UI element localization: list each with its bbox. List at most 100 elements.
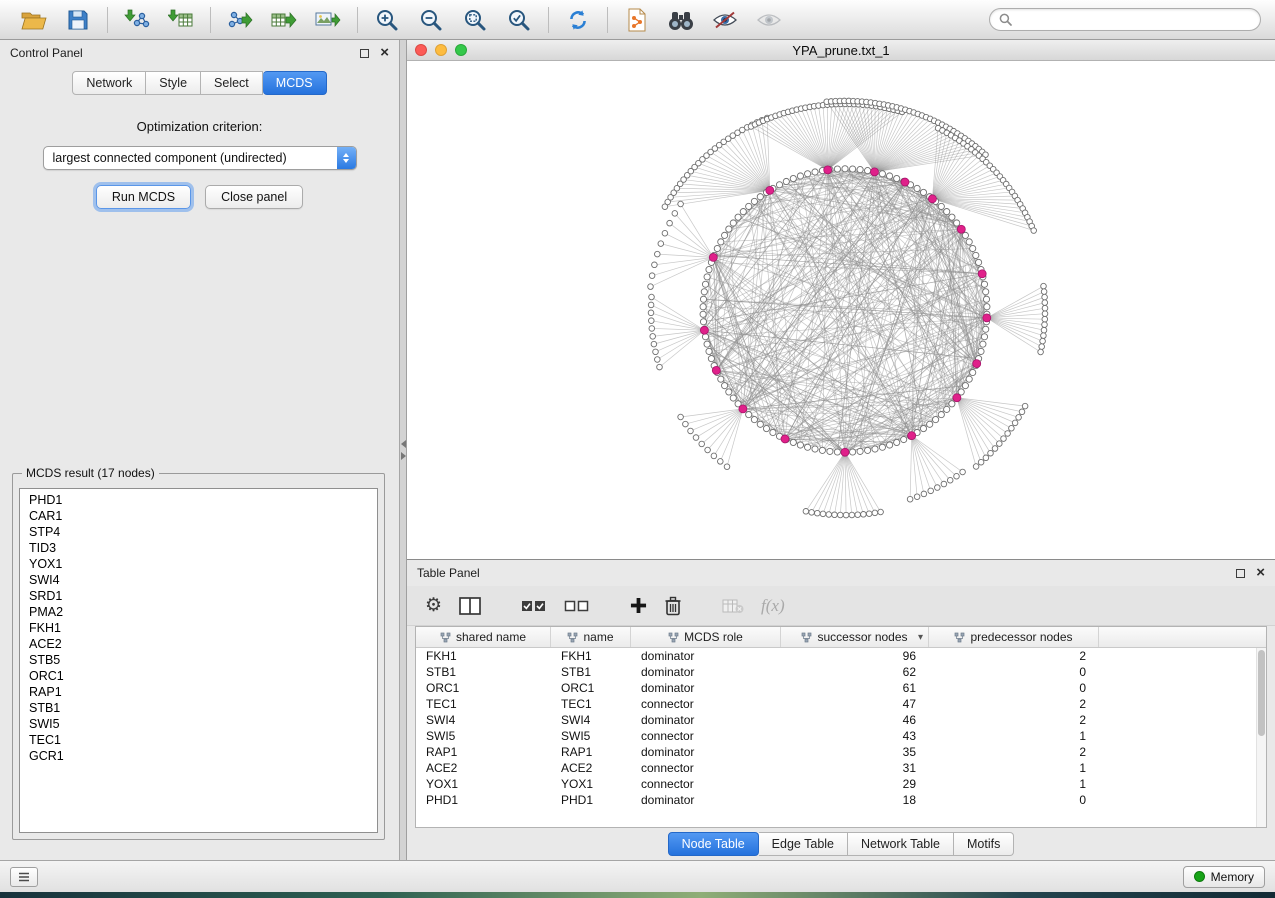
column-header-mcds-role[interactable]: MCDS role: [631, 627, 781, 647]
mcds-result-item[interactable]: SWI4: [29, 572, 377, 588]
find-button[interactable]: [661, 4, 701, 36]
mcds-result-item[interactable]: CAR1: [29, 508, 377, 524]
control-panel-float-button[interactable]: [360, 49, 369, 58]
memory-button[interactable]: Memory: [1183, 866, 1265, 888]
mcds-result-item[interactable]: SRD1: [29, 588, 377, 604]
show-all-button[interactable]: [749, 4, 789, 36]
mcds-result-item[interactable]: PMA2: [29, 604, 377, 620]
table-row[interactable]: ACE2ACE2connector311: [416, 760, 1266, 776]
tab-network[interactable]: Network: [72, 71, 146, 95]
table-header-row: shared namename MCDS role successor nodes▾…: [416, 627, 1266, 648]
hide-selected-icon: [712, 10, 738, 30]
tab-edge-table[interactable]: Edge Table: [759, 832, 848, 856]
column-header-successor-nodes[interactable]: successor nodes▾: [781, 627, 929, 647]
mcds-result-item[interactable]: TEC1: [29, 732, 377, 748]
export-image-button[interactable]: [308, 4, 348, 36]
window-minimize-button[interactable]: [435, 44, 447, 56]
table-cell: SWI4: [551, 713, 631, 727]
mcds-result-item[interactable]: ORC1: [29, 668, 377, 684]
mcds-result-item[interactable]: RAP1: [29, 684, 377, 700]
table-scrollbar-thumb[interactable]: [1258, 650, 1265, 736]
zoom-out-button[interactable]: [411, 4, 451, 36]
global-search-box[interactable]: [989, 8, 1261, 31]
column-header-shared-name[interactable]: shared name: [416, 627, 551, 647]
show-all-icon: [756, 10, 782, 30]
function-builder-button[interactable]: f(x): [761, 596, 785, 616]
table-panel-close-button[interactable]: ×: [1256, 568, 1265, 578]
splitter-expand-right-icon[interactable]: [401, 452, 406, 460]
mcds-result-item[interactable]: PHD1: [29, 492, 377, 508]
find-icon: [667, 9, 695, 31]
zoom-in-button[interactable]: [367, 4, 407, 36]
import-network-button[interactable]: [117, 4, 157, 36]
tab-mcds[interactable]: MCDS: [263, 71, 327, 95]
delete-column-button[interactable]: [664, 596, 682, 616]
table-row[interactable]: ORC1ORC1dominator610: [416, 680, 1266, 696]
mcds-result-item[interactable]: TID3: [29, 540, 377, 556]
network-graph[interactable]: [407, 61, 1275, 559]
mcds-result-item[interactable]: STP4: [29, 524, 377, 540]
table-row[interactable]: SWI4SWI4dominator462: [416, 712, 1266, 728]
mcds-result-item[interactable]: SWI5: [29, 716, 377, 732]
table-panel-float-button[interactable]: [1236, 569, 1245, 578]
table-row[interactable]: STB1STB1dominator620: [416, 664, 1266, 680]
table-row[interactable]: PHD1PHD1dominator180: [416, 792, 1266, 808]
zoom-selected-button[interactable]: [499, 4, 539, 36]
import-table-disabled-button[interactable]: [722, 598, 744, 614]
zoom-fit-button[interactable]: [455, 4, 495, 36]
table-row[interactable]: FKH1FKH1dominator962: [416, 648, 1266, 664]
tab-node-table[interactable]: Node Table: [668, 832, 759, 856]
mcds-result-item[interactable]: ACE2: [29, 636, 377, 652]
table-settings-button[interactable]: ⚙: [425, 596, 442, 615]
select-all-columns-button[interactable]: [521, 598, 547, 614]
window-close-button[interactable]: [415, 44, 427, 56]
export-table-button[interactable]: [264, 4, 304, 36]
apply-layout-button[interactable]: [558, 4, 598, 36]
zoom-in-icon: [375, 8, 399, 32]
create-column-button[interactable]: [630, 597, 647, 614]
mcds-result-item[interactable]: STB5: [29, 652, 377, 668]
mcds-result-item[interactable]: GCR1: [29, 748, 377, 764]
run-mcds-button[interactable]: Run MCDS: [96, 185, 191, 209]
deselect-all-icon: [564, 598, 590, 614]
import-table-button[interactable]: [161, 4, 201, 36]
table-cell: 0: [929, 793, 1099, 807]
criterion-dropdown[interactable]: largest connected component (undirected): [43, 146, 357, 170]
show-columns-button[interactable]: [459, 597, 481, 615]
column-header-name[interactable]: name: [551, 627, 631, 647]
panel-splitter[interactable]: [400, 40, 407, 860]
control-panel-close-button[interactable]: ×: [380, 48, 389, 58]
table-row[interactable]: TEC1TEC1connector472: [416, 696, 1266, 712]
table-panel-title: Table Panel: [417, 566, 1236, 580]
mcds-result-item[interactable]: YOX1: [29, 556, 377, 572]
table-scrollbar[interactable]: [1256, 648, 1266, 827]
column-header-predecessor-nodes[interactable]: predecessor nodes: [929, 627, 1099, 647]
save-session-button[interactable]: [58, 4, 98, 36]
mcds-result-item[interactable]: STB1: [29, 700, 377, 716]
table-row[interactable]: SWI5SWI5connector431: [416, 728, 1266, 744]
table-row[interactable]: YOX1YOX1connector291: [416, 776, 1266, 792]
window-maximize-button[interactable]: [455, 44, 467, 56]
status-menu-button[interactable]: [10, 867, 38, 887]
network-canvas[interactable]: [407, 61, 1275, 559]
share-document-button[interactable]: [617, 4, 657, 36]
column-sort-arrow-icon[interactable]: ▾: [918, 632, 923, 643]
deselect-all-columns-button[interactable]: [564, 598, 590, 614]
mcds-result-item[interactable]: FKH1: [29, 620, 377, 636]
tab-motifs[interactable]: Motifs: [954, 832, 1014, 856]
table-row[interactable]: RAP1RAP1dominator352: [416, 744, 1266, 760]
column-header-label: MCDS role: [684, 630, 743, 644]
mcds-result-list[interactable]: PHD1CAR1STP4TID3YOX1SWI4SRD1PMA2FKH1ACE2…: [19, 488, 378, 833]
tab-network-table[interactable]: Network Table: [848, 832, 954, 856]
table-cell: TEC1: [416, 697, 551, 711]
close-panel-button[interactable]: Close panel: [205, 185, 303, 209]
export-network-button[interactable]: [220, 4, 260, 36]
hide-selected-button[interactable]: [705, 4, 745, 36]
tab-select[interactable]: Select: [201, 71, 263, 95]
splitter-collapse-left-icon[interactable]: [401, 440, 406, 448]
open-session-button[interactable]: [14, 4, 54, 36]
tab-style[interactable]: Style: [146, 71, 201, 95]
table-cell: 0: [929, 681, 1099, 695]
export-table-icon: [271, 8, 297, 32]
global-search-input[interactable]: [1018, 13, 1251, 27]
